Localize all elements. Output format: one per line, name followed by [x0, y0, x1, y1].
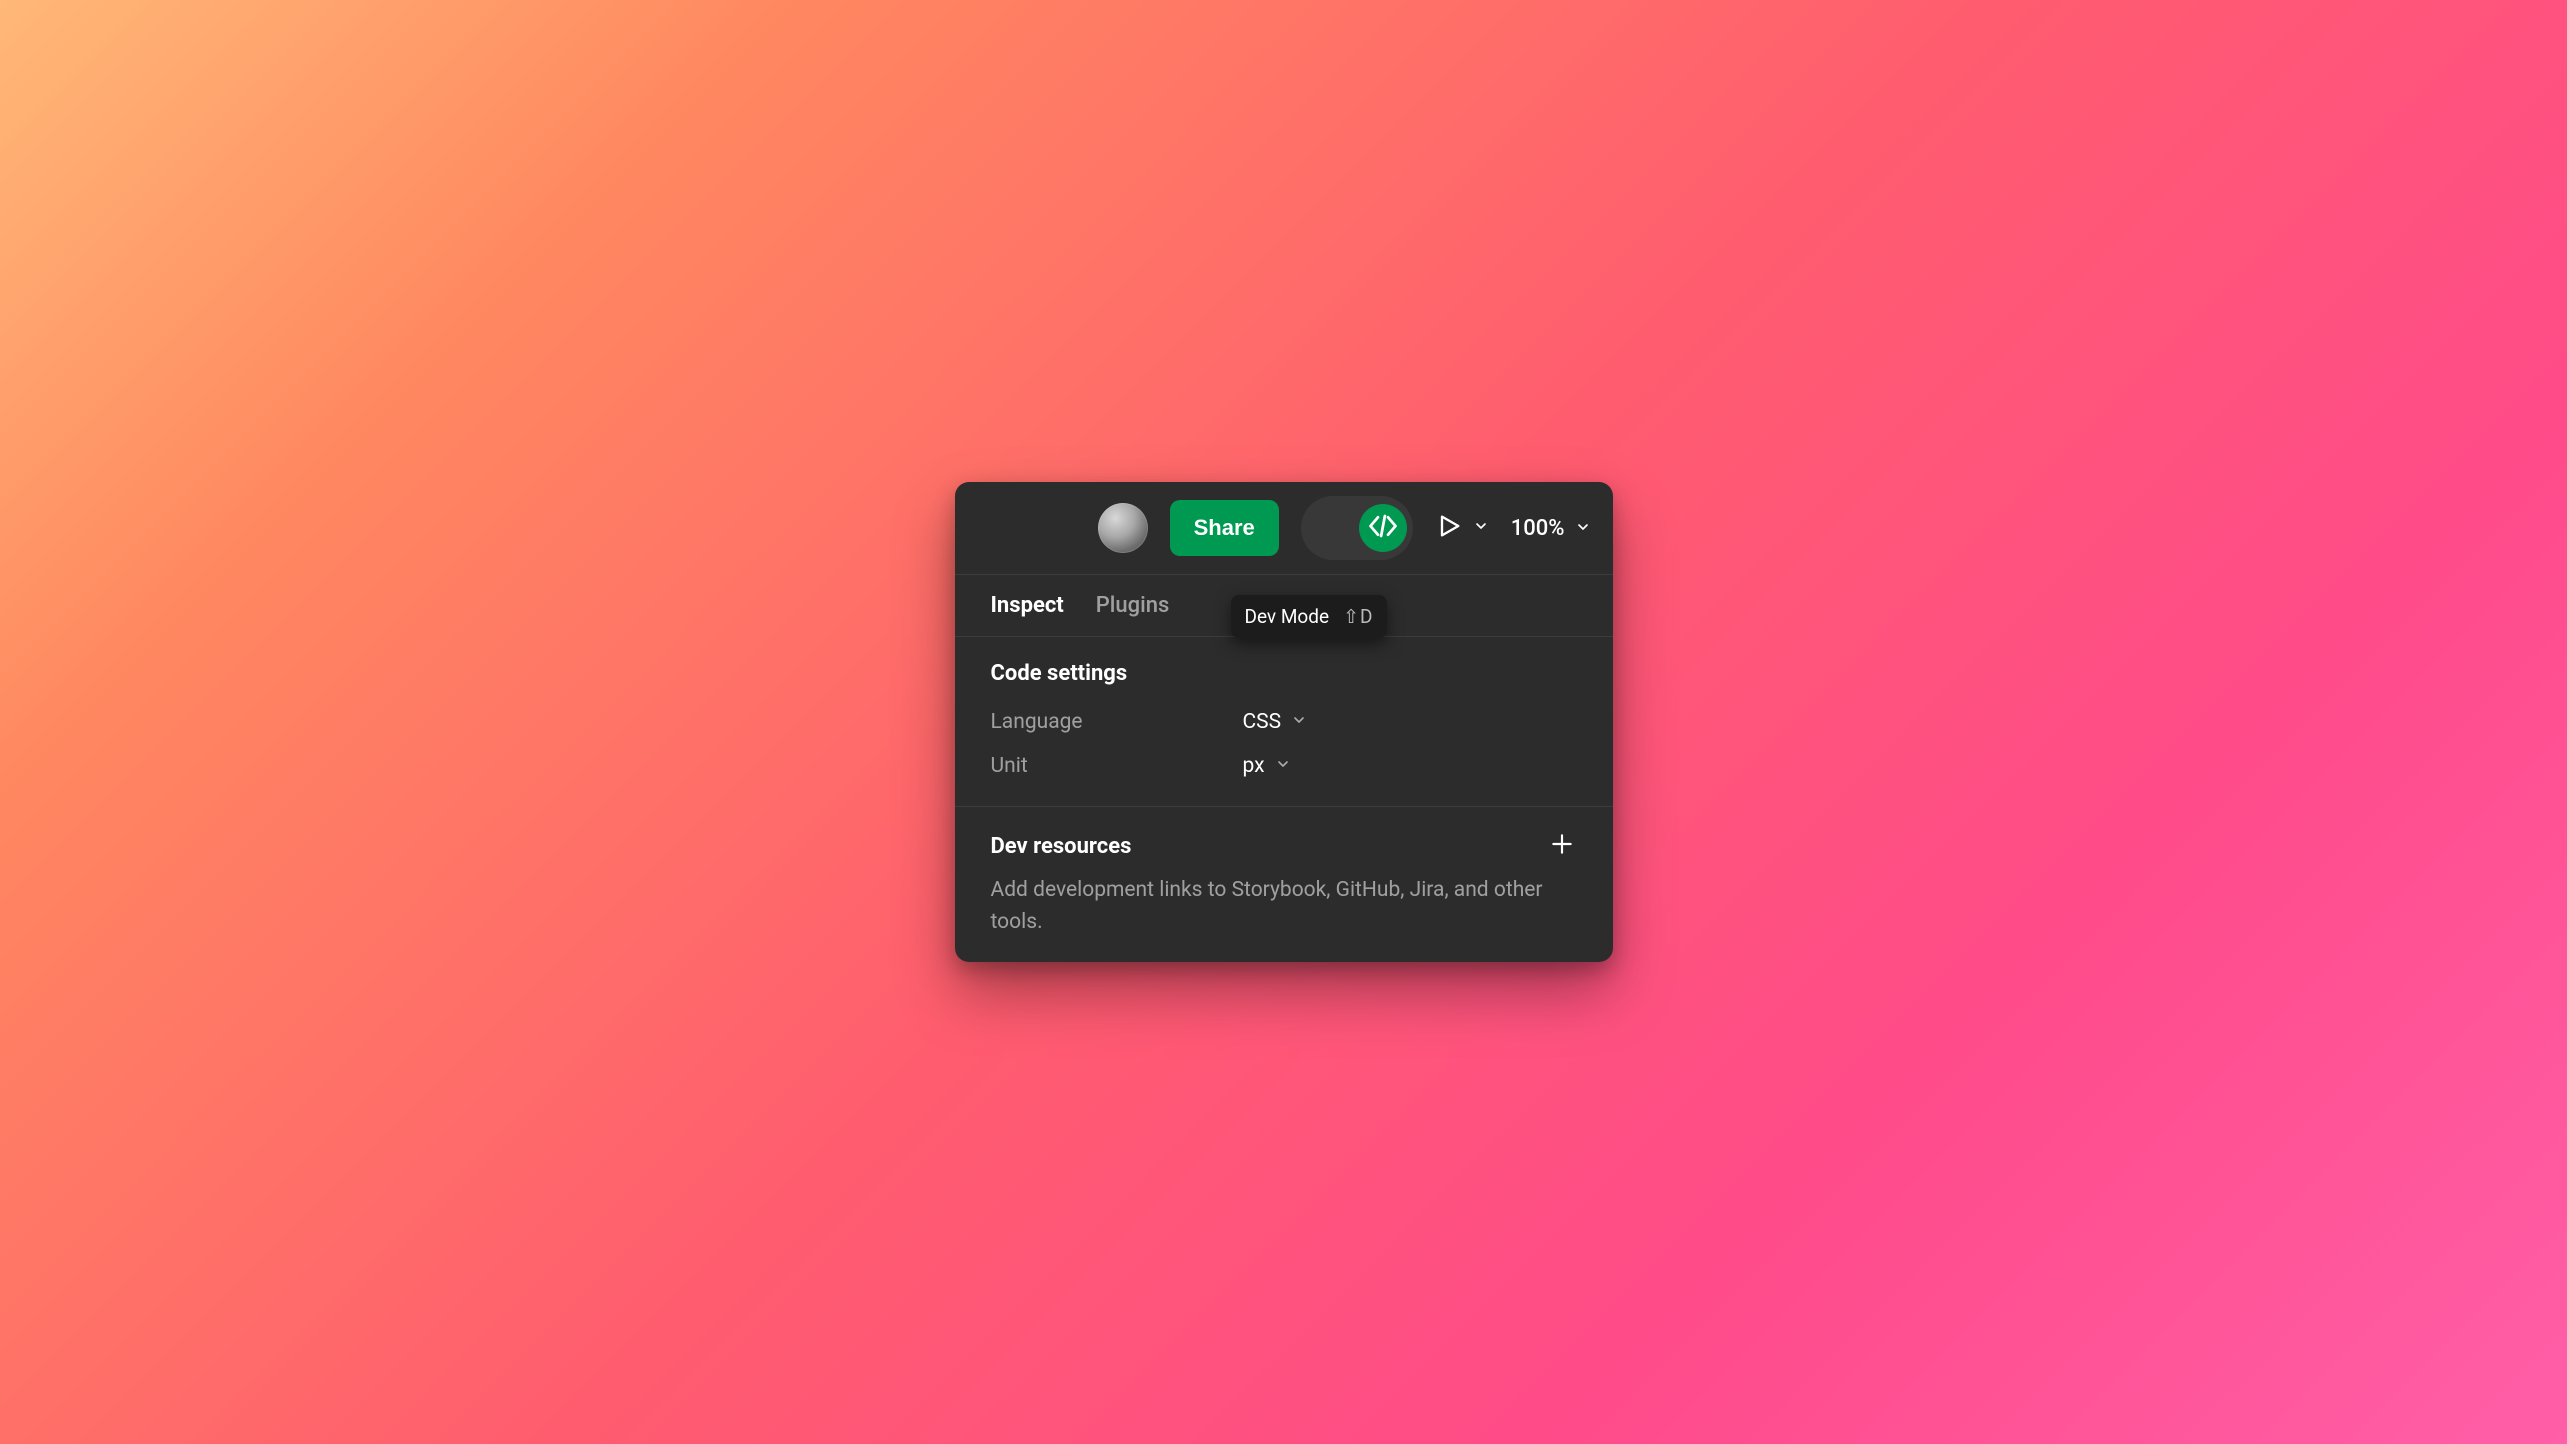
tooltip-shortcut: ⇧D: [1343, 605, 1373, 628]
user-avatar[interactable]: [1098, 503, 1148, 553]
language-value: CSS: [1243, 710, 1282, 734]
dev-mode-toggle[interactable]: [1301, 496, 1413, 560]
zoom-value: 100%: [1511, 516, 1565, 541]
language-label: Language: [991, 710, 1243, 734]
unit-label: Unit: [991, 754, 1243, 778]
tooltip-label: Dev Mode: [1245, 605, 1330, 628]
code-settings-title: Code settings: [991, 661, 1577, 686]
play-icon: [1435, 512, 1463, 544]
present-button[interactable]: [1435, 512, 1489, 544]
dev-mode-tooltip: Dev Mode ⇧D: [1231, 595, 1388, 638]
chevron-down-icon: [1575, 516, 1591, 541]
dev-resources-header: Dev resources: [991, 831, 1577, 861]
chevron-down-icon: [1473, 518, 1489, 538]
tab-inspect[interactable]: Inspect: [991, 593, 1064, 618]
zoom-control[interactable]: 100%: [1511, 516, 1591, 541]
dev-mode-panel: Share: [955, 482, 1613, 962]
dev-resources-title: Dev resources: [991, 834, 1132, 859]
unit-value: px: [1243, 754, 1265, 778]
code-icon: [1368, 511, 1398, 545]
toolbar: Share: [955, 482, 1613, 575]
dev-mode-toggle-knob: [1359, 504, 1407, 552]
code-settings-section: Code settings Language CSS Unit px: [955, 637, 1613, 807]
chevron-down-icon: [1291, 710, 1307, 734]
tabs: Inspect Plugins Dev Mode ⇧D: [955, 575, 1613, 637]
unit-row: Unit px: [991, 754, 1577, 778]
plus-icon: [1549, 831, 1575, 861]
language-row: Language CSS: [991, 710, 1577, 734]
language-select[interactable]: CSS: [1243, 710, 1308, 734]
dev-resources-description: Add development links to Storybook, GitH…: [991, 875, 1577, 938]
dev-resources-section: Dev resources Add development links to S…: [955, 807, 1613, 962]
chevron-down-icon: [1275, 754, 1291, 778]
unit-select[interactable]: px: [1243, 754, 1291, 778]
tab-plugins[interactable]: Plugins: [1096, 593, 1170, 618]
share-button[interactable]: Share: [1170, 500, 1279, 556]
add-resource-button[interactable]: [1547, 831, 1577, 861]
